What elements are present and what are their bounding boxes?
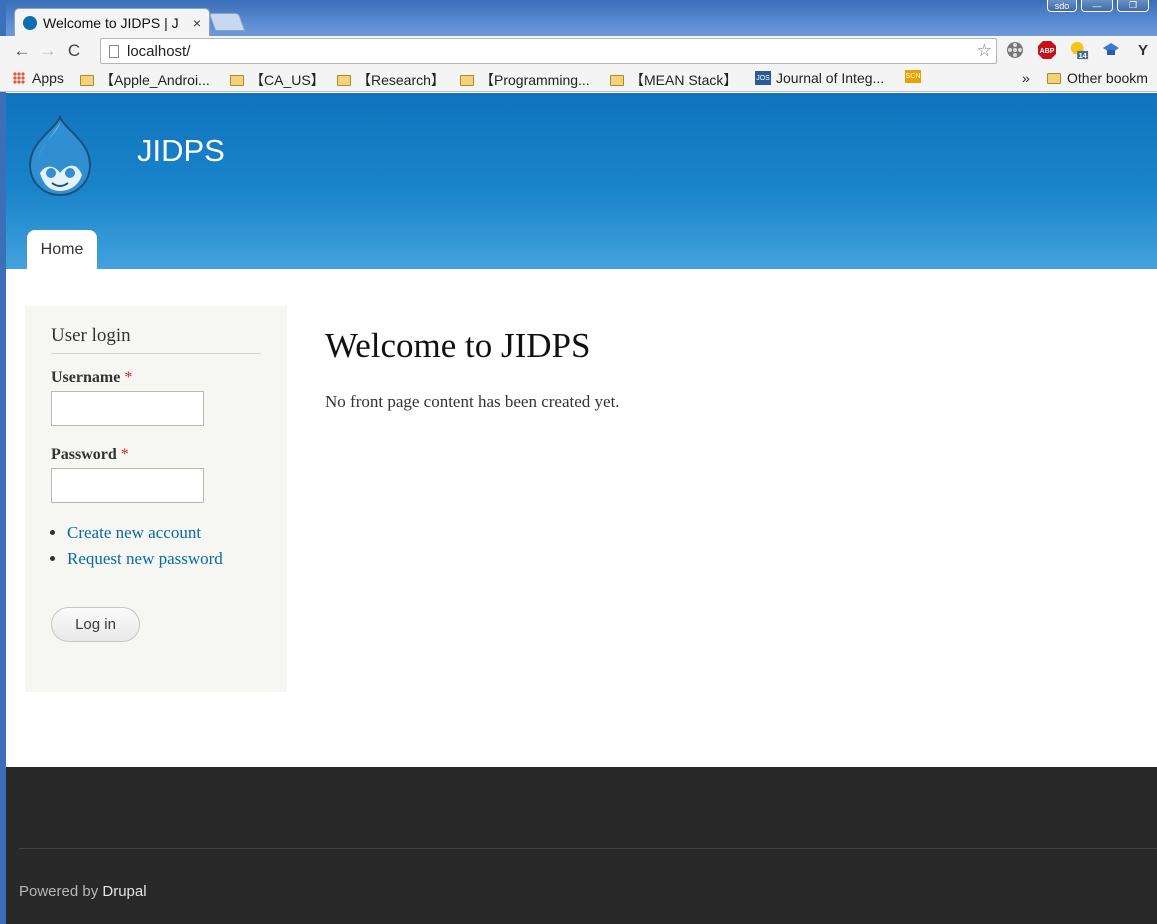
- bookmark-label: 【Research】: [357, 72, 445, 88]
- password-input[interactable]: [51, 468, 204, 503]
- password-label-text: Password: [51, 446, 117, 463]
- bookmark-folder-apple-android[interactable]: 【Apple_Androi...: [80, 70, 210, 90]
- user-profile-button[interactable]: sdo: [1047, 0, 1077, 12]
- apps-grid-icon: [13, 72, 25, 84]
- request-password-link[interactable]: Request new password: [67, 549, 223, 568]
- drupal-favicon-icon: [23, 15, 37, 30]
- drupal-logo-icon[interactable]: [24, 115, 96, 197]
- bookmark-folder-programming[interactable]: 【Programming...: [460, 70, 590, 90]
- folder-icon: [337, 74, 351, 86]
- weather-extension-icon[interactable]: 14: [1069, 40, 1089, 60]
- page-icon: [109, 44, 119, 58]
- user-login-block: User login Username * Password * Create …: [25, 306, 287, 692]
- site-footer: Powered by Drupal: [6, 767, 1157, 924]
- bookmark-folder-ca-us[interactable]: 【CA_US】: [230, 70, 325, 90]
- svg-text:ABP: ABP: [1040, 48, 1055, 55]
- folder-icon: [230, 74, 244, 86]
- bookmark-label: 【CA_US】: [250, 72, 325, 88]
- film-reel-extension-icon[interactable]: [1005, 40, 1025, 60]
- folder-icon: [460, 74, 474, 86]
- create-account-link[interactable]: Create new account: [67, 523, 201, 542]
- bookmark-folder-mean-stack[interactable]: 【MEAN Stack】: [610, 70, 737, 90]
- username-input[interactable]: [51, 391, 204, 426]
- bookmark-label: Apps: [32, 70, 64, 86]
- bookmark-journal[interactable]: JOS Journal of Integ...: [755, 70, 884, 86]
- password-label: Password *: [51, 446, 129, 464]
- list-item: Request new password: [67, 549, 223, 575]
- scn-favicon-icon: SCN: [905, 70, 921, 83]
- required-marker: *: [120, 446, 129, 463]
- minimize-button[interactable]: —: [1081, 0, 1113, 12]
- powered-by-text: Powered by: [19, 883, 103, 900]
- bookmark-label: Other bookm: [1067, 70, 1148, 86]
- address-bar[interactable]: localhost/ ☆: [100, 38, 997, 64]
- page-title: Welcome to JIDPS: [325, 326, 591, 365]
- window-titlebar: Welcome to JIDPS | J × sdo — ❐: [0, 0, 1157, 36]
- log-in-button[interactable]: Log in: [51, 607, 140, 642]
- bookmarks-overflow-button[interactable]: »: [1022, 70, 1030, 86]
- block-title: User login: [51, 325, 261, 354]
- username-label-text: Username: [51, 369, 121, 386]
- drupal-link[interactable]: Drupal: [102, 883, 146, 900]
- site-name[interactable]: JIDPS: [137, 133, 225, 169]
- browser-tab[interactable]: Welcome to JIDPS | J ×: [14, 8, 210, 36]
- bookmark-folder-research[interactable]: 【Research】: [337, 70, 445, 90]
- bookmark-label: Journal of Integ...: [776, 70, 885, 86]
- folder-icon: [610, 74, 624, 86]
- maximize-button[interactable]: ❐: [1117, 0, 1149, 12]
- username-label: Username *: [51, 369, 132, 387]
- bookmark-scn[interactable]: SCN: [905, 70, 921, 83]
- bookmark-apps[interactable]: Apps: [13, 70, 64, 86]
- adblock-extension-icon[interactable]: ABP: [1037, 40, 1057, 60]
- y-extension-icon[interactable]: Y: [1133, 40, 1153, 60]
- footer-divider: [19, 848, 1157, 849]
- browser-toolbar: ← → C localhost/ ☆ ABP 14 Y: [0, 36, 1157, 66]
- required-marker: *: [124, 369, 133, 386]
- new-tab-button[interactable]: [208, 13, 246, 31]
- forward-button[interactable]: →: [35, 39, 61, 63]
- folder-icon: [80, 74, 94, 86]
- powered-by: Powered by Drupal: [19, 883, 147, 900]
- bookmark-label: 【Programming...: [480, 72, 590, 88]
- tab-home[interactable]: Home: [27, 230, 97, 269]
- list-item: Create new account: [67, 523, 223, 549]
- page-body-text: No front page content has been created y…: [325, 392, 620, 411]
- graduation-cap-extension-icon[interactable]: [1101, 40, 1121, 60]
- url-text: localhost/: [127, 42, 191, 60]
- other-bookmarks[interactable]: Other bookm: [1047, 70, 1148, 86]
- login-links-list: Create new account Request new password: [67, 523, 223, 575]
- bookmark-label: 【Apple_Androi...: [100, 72, 210, 88]
- reload-button[interactable]: C: [61, 39, 87, 63]
- bookmarks-bar: Apps 【Apple_Androi... 【CA_US】 【Research】…: [0, 66, 1157, 92]
- tab-close-icon[interactable]: ×: [193, 15, 201, 31]
- window-controls: sdo — ❐: [1047, 0, 1149, 12]
- jos-favicon-icon: JOS: [755, 71, 771, 85]
- site-header: JIDPS Home: [6, 93, 1157, 269]
- bookmark-label: 【MEAN Stack】: [630, 72, 738, 88]
- tab-title: Welcome to JIDPS | J: [43, 14, 179, 31]
- bookmark-star-icon[interactable]: ☆: [977, 41, 992, 61]
- back-button[interactable]: ←: [9, 39, 35, 63]
- folder-icon: [1047, 72, 1061, 84]
- svg-text:14: 14: [1079, 51, 1087, 60]
